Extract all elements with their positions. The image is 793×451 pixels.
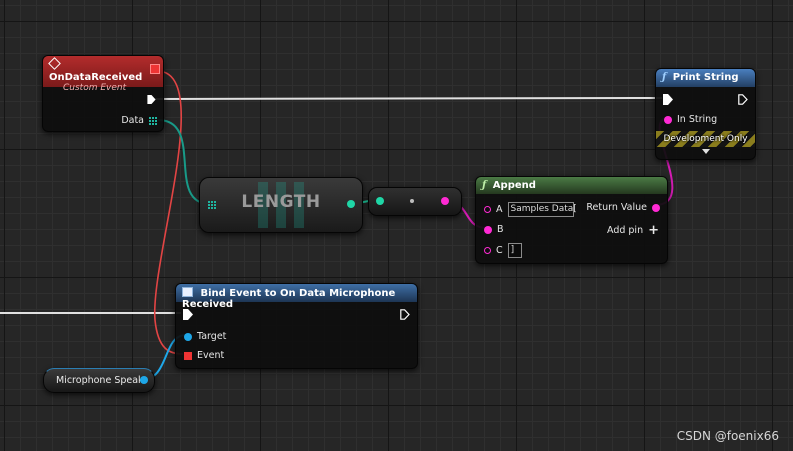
print-string-node[interactable]: ƒ Print String In String Development Onl… xyxy=(655,68,756,160)
string-pin-icon[interactable] xyxy=(484,206,491,213)
append-title: Append xyxy=(492,180,536,191)
on-data-received-node[interactable]: OnDataReceived Custom Event Data xyxy=(42,55,164,132)
return-value-label: Return Value xyxy=(586,202,647,213)
function-icon: ƒ xyxy=(662,72,667,83)
length-node[interactable]: LENGTH xyxy=(199,177,363,233)
length-array-in-pin[interactable] xyxy=(208,201,216,209)
microphone-speak-label: Microphone Speak xyxy=(56,375,144,386)
plus-icon[interactable]: + xyxy=(648,224,659,237)
bind-event-pin[interactable]: Event xyxy=(184,350,224,361)
append-pin-c[interactable]: C ] xyxy=(484,243,522,258)
object-pin-icon[interactable] xyxy=(184,332,192,341)
delegate-output-pin[interactable] xyxy=(150,64,160,74)
string-pin-icon[interactable] xyxy=(664,115,672,124)
string-pin-icon[interactable] xyxy=(484,225,492,234)
conversion-int-in-pin[interactable] xyxy=(376,197,384,205)
append-pin-b-label: B xyxy=(497,224,504,235)
array-pin-icon[interactable] xyxy=(149,116,157,125)
append-pin-c-label: C xyxy=(496,245,503,256)
bind-target-pin[interactable]: Target xyxy=(184,331,226,342)
print-string-title: Print String xyxy=(672,72,739,83)
print-exec-out-pin[interactable] xyxy=(738,94,748,108)
append-pin-a[interactable]: A Samples Data[ xyxy=(484,202,577,217)
event-exec-out-pin[interactable] xyxy=(147,95,156,107)
length-title: LENGTH xyxy=(241,192,321,212)
append-header: ƒ Append xyxy=(476,177,667,194)
delegate-pin-icon[interactable] xyxy=(184,351,192,360)
event-data-pin[interactable]: Data xyxy=(121,115,157,126)
append-pin-c-input[interactable]: ] xyxy=(507,243,522,258)
append-node[interactable]: ƒ Append A Samples Data[ B C ] Return Va… xyxy=(475,176,668,264)
data-pin-label: Data xyxy=(121,115,144,126)
add-pin-label: Add pin xyxy=(606,225,644,236)
advanced-expand-arrow-icon[interactable] xyxy=(702,149,710,154)
append-pin-b[interactable]: B xyxy=(484,224,504,235)
conversion-string-out-pin[interactable] xyxy=(441,197,449,205)
int-to-string-conversion-node[interactable] xyxy=(368,187,462,216)
bind-exec-out-pin[interactable] xyxy=(400,309,410,323)
print-string-header: ƒ Print String xyxy=(656,69,755,87)
print-exec-in-pin[interactable] xyxy=(663,94,673,108)
append-function-icon: ƒ xyxy=(482,180,487,191)
delegate-icon xyxy=(182,287,193,297)
exec-wire-event-print xyxy=(154,97,663,100)
append-return-value-pin[interactable]: Return Value xyxy=(586,202,660,213)
event-title: OnDataReceived xyxy=(49,72,143,83)
event-label: Event xyxy=(197,350,225,361)
microphone-speak-variable-node[interactable]: Microphone Speak xyxy=(43,368,155,393)
bind-event-header: Bind Event to On Data Microphone Receive… xyxy=(176,284,417,310)
object-pin-icon[interactable] xyxy=(140,376,148,384)
event-icon xyxy=(48,57,61,70)
print-in-string-pin[interactable]: In String xyxy=(664,114,717,125)
in-string-label: In String xyxy=(677,114,718,125)
string-pin-icon[interactable] xyxy=(484,247,491,254)
bind-event-title: Bind Event to On Data Microphone Receive… xyxy=(182,288,396,310)
watermark: CSDN @foenix66 xyxy=(676,429,779,443)
append-pin-a-input[interactable]: Samples Data[ xyxy=(507,202,577,217)
event-subtitle: Custom Event xyxy=(63,83,127,93)
development-only-banner: Development Only xyxy=(656,131,755,147)
string-pin-icon[interactable] xyxy=(652,203,660,212)
length-int-out-pin[interactable] xyxy=(347,200,355,208)
target-label: Target xyxy=(197,331,227,342)
append-add-pin-button[interactable]: Add pin + xyxy=(606,224,659,237)
development-only-label: Development Only xyxy=(663,134,748,144)
bind-exec-in-pin[interactable] xyxy=(183,309,193,323)
event-node-header: OnDataReceived Custom Event xyxy=(43,56,163,93)
append-pin-a-label: A xyxy=(496,204,503,215)
conversion-dot-icon xyxy=(410,199,414,203)
bind-event-node[interactable]: Bind Event to On Data Microphone Receive… xyxy=(175,283,418,369)
